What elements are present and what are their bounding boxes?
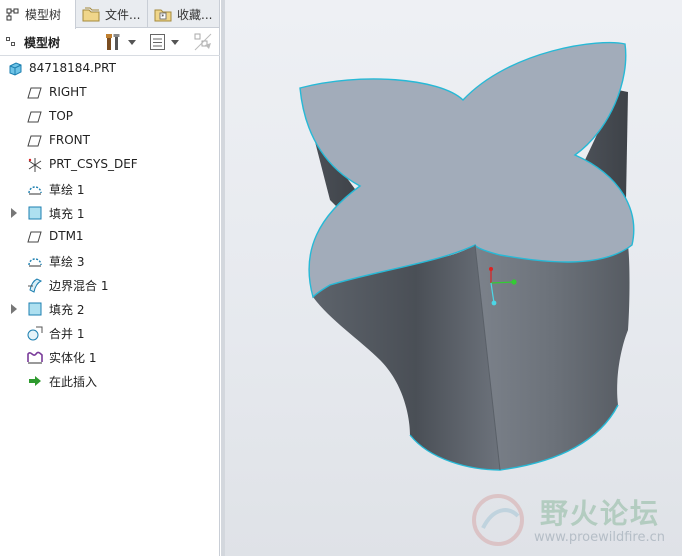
watermark-url: www.proewildfire.cn	[534, 530, 665, 545]
model-side-face-right	[475, 245, 630, 470]
part-3d-model[interactable]	[0, 0, 682, 556]
watermark-site-name: 野火论坛	[540, 497, 661, 530]
